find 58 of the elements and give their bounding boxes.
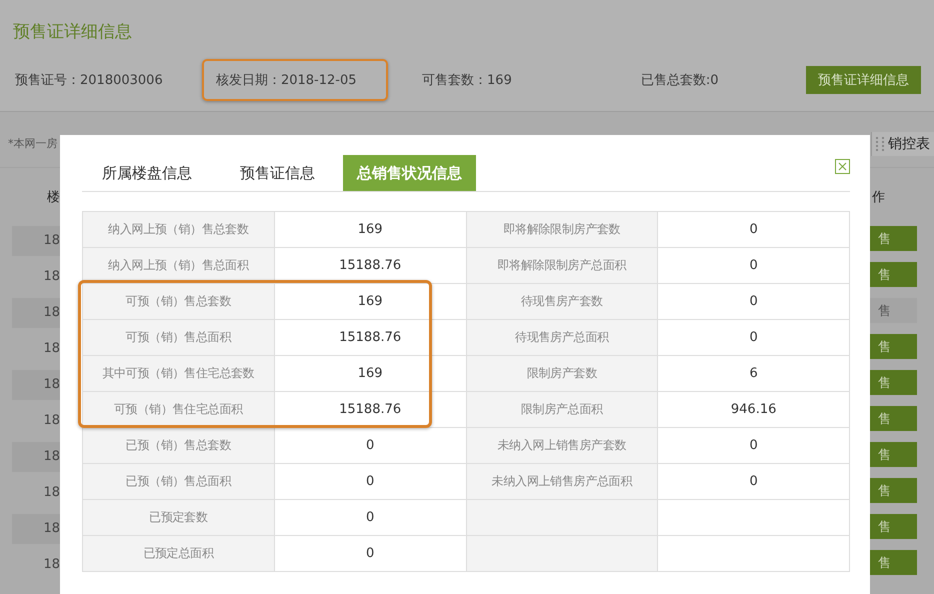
value-cell: 0: [274, 536, 466, 572]
value-cell: 169: [274, 356, 466, 392]
page-title: 预售证详细信息: [13, 21, 133, 43]
label-cell: 已预（销）售总套数: [82, 428, 274, 464]
label-cell: 纳入网上预（销）售总套数: [82, 212, 274, 248]
label-cell: 待现售房产套数: [466, 284, 658, 320]
value-cell: 15188.76: [274, 320, 466, 356]
info-field: 可售套数：169: [408, 59, 627, 101]
value-cell: 0: [274, 428, 466, 464]
details-button[interactable]: 预售证详细信息: [806, 66, 921, 94]
value-cell: 0: [658, 320, 850, 356]
tab[interactable]: 所属楼盘信息: [82, 155, 212, 191]
table-cell-text: 18: [42, 268, 60, 286]
value-cell: 0: [274, 500, 466, 536]
table-cell-text: 18: [42, 340, 60, 358]
label-cell: 已预（销）售总面积: [82, 464, 274, 500]
label-cell: 可预（销）售住宅总面积: [82, 392, 274, 428]
label-cell: 待现售房产总面积: [466, 320, 658, 356]
value-cell: 169: [274, 212, 466, 248]
value-cell: 0: [658, 284, 850, 320]
table-cell: 18: [12, 514, 60, 544]
info-field: 已售总套数:0: [626, 59, 806, 101]
control-table-button[interactable]: 销控表: [871, 132, 934, 156]
table-cell: 18: [12, 298, 60, 328]
table-cell-text: 18: [42, 412, 60, 430]
grid-icon: [876, 136, 884, 150]
info-field: 预售证号：2018003006: [13, 59, 202, 101]
value-cell: 0: [658, 464, 850, 500]
label-cell: 可预（销）售总面积: [82, 320, 274, 356]
table-cell-text: 18: [42, 556, 60, 574]
column-header: 作: [871, 190, 886, 207]
table-cell: 18: [12, 442, 60, 472]
column-header: 楼: [46, 190, 60, 207]
label-cell: 已预定总面积: [82, 536, 274, 572]
label-cell: 未纳入网上销售房产套数: [466, 428, 658, 464]
table-cell: 18: [12, 226, 60, 256]
value-cell: 15188.76: [274, 248, 466, 284]
value-cell: 0: [658, 248, 850, 284]
label-cell: 即将解除限制房产总面积: [466, 248, 658, 284]
tab[interactable]: 预售证信息: [220, 155, 335, 191]
value-cell: 6: [658, 356, 850, 392]
table-cell-text: 18: [42, 484, 60, 502]
notice-text: *本网一房: [7, 136, 58, 151]
label-cell: 即将解除限制房产套数: [466, 212, 658, 248]
info-field: 核发日期：2018-12-05: [202, 59, 388, 101]
table-cell: 18: [12, 370, 60, 400]
value-cell: 0: [658, 212, 850, 248]
label-cell: 未纳入网上销售房产总面积: [466, 464, 658, 500]
close-icon[interactable]: [835, 159, 850, 174]
value-cell: 946.16: [658, 392, 850, 428]
label-cell: 限制房产套数: [466, 356, 658, 392]
label-cell: 可预（销）售总套数: [82, 284, 274, 320]
value-cell: 0: [658, 428, 850, 464]
value-cell: 169: [274, 284, 466, 320]
label-cell: 限制房产总面积: [466, 392, 658, 428]
label-cell: 已预定套数: [82, 500, 274, 536]
value-cell: 0: [274, 464, 466, 500]
label-cell: 其中可预（销）售住宅总套数: [82, 356, 274, 392]
